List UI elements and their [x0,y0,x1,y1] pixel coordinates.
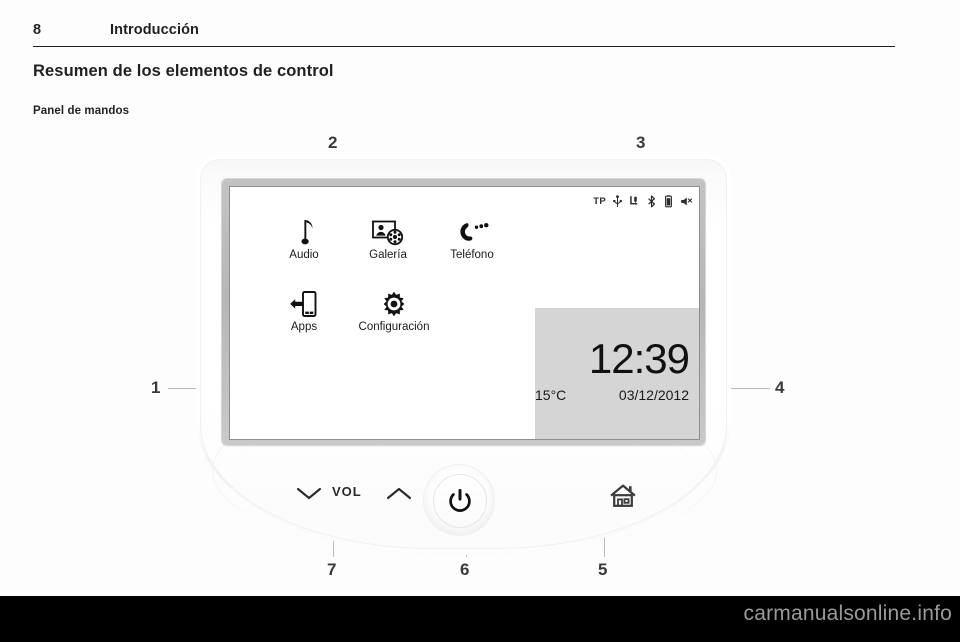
volume-up-button[interactable] [386,487,412,506]
menu-row-2: Apps Configuración [262,281,535,333]
callout-4: 4 [775,378,785,397]
smartphone-apps-icon [289,281,319,319]
screen-info-area: 12:39 15°C 03/12/2012 [535,187,699,439]
home-menu-grid: Audio Galería Teléfono Apps Configuració… [230,209,535,333]
volume-label: VOL [332,484,362,499]
chevron-down-icon [296,487,322,500]
home-icon [610,484,636,507]
menu-row-1: Audio Galería Teléfono [262,209,535,261]
home-button[interactable] [609,483,637,514]
current-date: 03/12/2012 [618,387,689,403]
section-heading: Resumen de los elementos de control [33,62,334,80]
music-note-icon [292,209,316,247]
callout-6: 6 [460,560,470,579]
control-panel-figure: 2 3 1 4 7 6 5 12:39 15°C 03/12/2012 TP A… [33,133,895,585]
manual-page: 8 Introducción Resumen de los elementos … [0,0,960,596]
power-icon [449,489,471,512]
bluetooth-icon [646,195,657,208]
callout-5: 5 [598,560,608,579]
display-screen[interactable]: 12:39 15°C 03/12/2012 TP Audio Galería T… [229,186,700,440]
chapter-title: Introducción [110,22,199,38]
outside-temperature: 15°C [535,387,567,403]
clock-subline: 15°C 03/12/2012 [535,387,689,403]
phone-battery-icon [663,195,674,208]
aux-input-icon [629,195,640,208]
page-number: 8 [33,22,42,38]
hardware-controls: VOL [196,451,731,555]
menu-item-apps[interactable]: Apps [262,281,346,333]
clock-panel: 12:39 15°C 03/12/2012 [535,308,699,439]
status-bar: TP [593,195,693,208]
gallery-icon [372,209,404,247]
tp-indicator: TP [593,196,606,207]
menu-item-audio[interactable]: Audio [262,209,346,261]
phone-handset-icon [455,209,489,247]
menu-item-settings[interactable]: Configuración [346,281,442,333]
callout-1: 1 [151,378,161,397]
callout-2: 2 [328,133,338,152]
mute-speaker-icon [680,195,693,208]
gear-icon [380,281,408,319]
menu-label-apps: Apps [290,321,318,333]
running-head: 8 Introducción [33,22,895,47]
sub-heading: Panel de mandos [33,105,130,117]
menu-label-phone: Teléfono [450,249,494,261]
callout-7: 7 [327,560,337,579]
volume-down-button[interactable] [296,487,322,506]
power-button[interactable] [433,474,487,528]
callout-3: 3 [636,133,646,152]
infotainment-unit: 12:39 15°C 03/12/2012 TP Audio Galería T… [196,155,731,556]
clock-time: 12:39 [588,335,690,382]
chevron-up-icon [386,487,412,500]
site-watermark: carmanualsonline.info [743,602,952,625]
menu-label-gallery: Galería [369,249,407,261]
menu-item-phone[interactable]: Teléfono [430,209,514,261]
menu-label-audio: Audio [289,249,319,261]
menu-item-gallery[interactable]: Galería [346,209,430,261]
menu-label-settings: Configuración [358,321,430,333]
display-bezel: 12:39 15°C 03/12/2012 TP Audio Galería T… [222,179,705,445]
power-button-ring [423,464,495,536]
usb-icon [612,195,623,208]
